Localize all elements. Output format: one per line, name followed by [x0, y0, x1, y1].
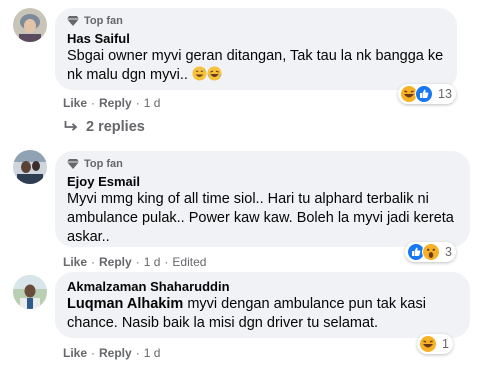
timestamp[interactable]: 1 d [144, 346, 161, 360]
comment-bubble: Top fan Ejoy Esmail Myvi mmg king of all… [55, 151, 470, 247]
reaction-summary[interactable]: 1 [417, 334, 453, 354]
view-replies-button[interactable]: 2 replies [64, 119, 145, 135]
diamond-icon [67, 159, 79, 169]
reaction-summary[interactable]: 13 [398, 84, 456, 104]
comment-author[interactable]: Akmalzaman Shaharuddin [67, 278, 458, 295]
comment-text: Sbgai owner myvi geran ditangan, Tak tau… [67, 48, 444, 83]
separator-dot: · [91, 96, 96, 110]
comment-text: Myvi mmg king of all time siol.. Hari tu… [67, 191, 454, 245]
top-fan-badge: Top fan [67, 14, 445, 28]
like-button[interactable]: Like [63, 346, 87, 360]
edited-label: Edited [172, 255, 207, 269]
reaction-summary[interactable]: 3 [405, 242, 456, 262]
comment-bubble: Top fan Has Saiful Sbgai owner myvi gera… [55, 8, 457, 90]
separator-dot: · [91, 255, 96, 269]
comment-author[interactable]: Ejoy Esmail [67, 173, 458, 190]
comment-bubble: Akmalzaman Shaharuddin Luqman Alhakim my… [55, 272, 470, 338]
comment-actions: Like · Reply · 1 d [63, 346, 160, 360]
reaction-count: 3 [445, 245, 452, 259]
top-fan-label: Top fan [84, 158, 123, 170]
separator-dot: · [135, 255, 140, 269]
top-fan-badge: Top fan [67, 157, 458, 171]
top-fan-label: Top fan [84, 15, 123, 27]
like-button[interactable]: Like [63, 96, 87, 110]
separator-dot: · [91, 346, 96, 360]
rofl-emoji [207, 66, 222, 81]
comment-author[interactable]: Has Saiful [67, 30, 445, 47]
replies-label: 2 replies [86, 119, 145, 135]
like-reaction-icon [415, 85, 433, 103]
reaction-count: 13 [438, 87, 452, 101]
avatar[interactable] [13, 150, 47, 184]
separator-dot: · [135, 346, 140, 360]
haha-reaction-icon [420, 336, 436, 352]
separator-dot: · [135, 96, 140, 110]
reaction-count: 1 [442, 337, 449, 351]
reply-button[interactable]: Reply [99, 96, 132, 110]
timestamp[interactable]: 1 d [144, 96, 161, 110]
avatar[interactable] [13, 8, 47, 42]
reply-button[interactable]: Reply [99, 255, 132, 269]
timestamp[interactable]: 1 d [144, 255, 161, 269]
comment-actions: Like · Reply · 1 d [63, 96, 160, 110]
avatar[interactable] [13, 275, 47, 309]
grinning-sweat-emoji [192, 66, 207, 81]
wow-reaction-icon [422, 243, 440, 261]
reply-arrow-icon [64, 121, 78, 131]
diamond-icon [67, 16, 79, 26]
like-button[interactable]: Like [63, 255, 87, 269]
separator-dot: · [164, 255, 169, 269]
mention-link[interactable]: Luqman Alhakim [67, 296, 183, 312]
comment-text: Luqman Alhakim myvi dengan ambulance pun… [67, 296, 426, 331]
reply-button[interactable]: Reply [99, 346, 132, 360]
comment-actions: Like · Reply · 1 d · Edited [63, 255, 206, 269]
